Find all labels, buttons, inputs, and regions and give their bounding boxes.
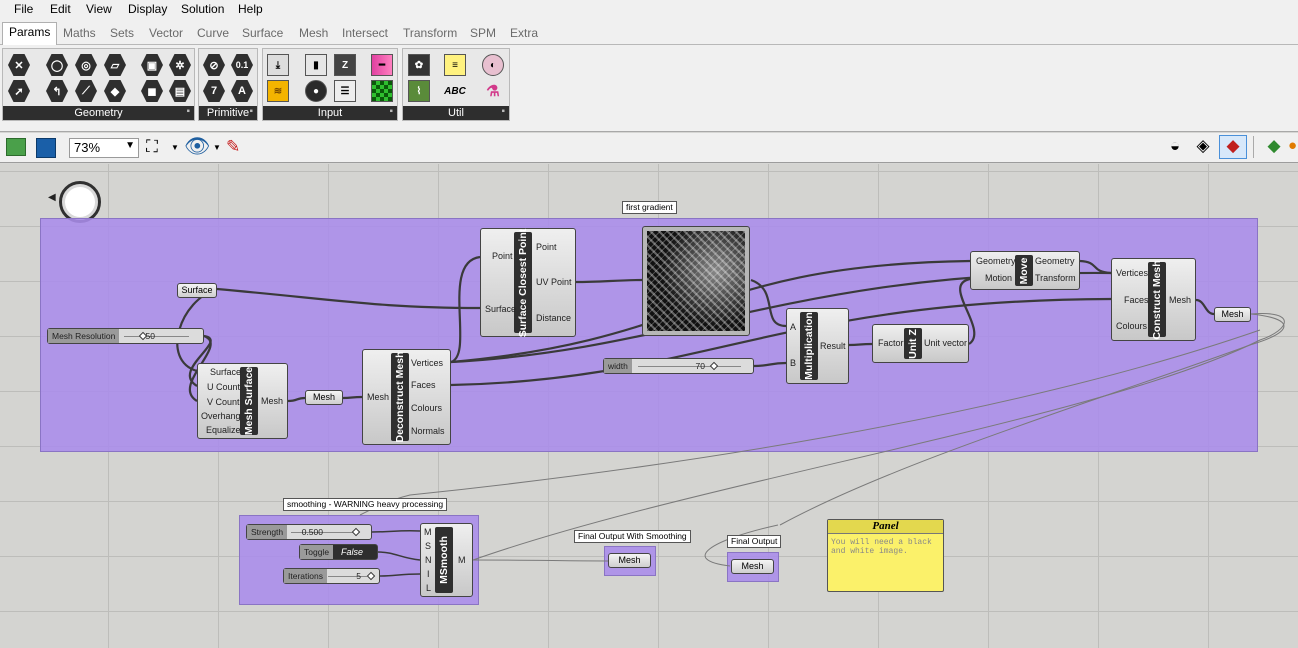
component-title-band: Move xyxy=(1015,255,1033,286)
final-output-mesh-param[interactable]: Mesh xyxy=(731,559,774,574)
slider-value: 70 xyxy=(695,361,705,371)
input-point: Point xyxy=(492,251,513,261)
wire xyxy=(377,551,421,561)
output-m: M xyxy=(458,555,466,565)
mesh-surface-component[interactable]: Mesh Surface Surface U Count V Count Ove… xyxy=(197,363,288,439)
slider-label: Strength xyxy=(247,525,288,539)
input-geometry: Geometry xyxy=(976,256,1016,266)
msmooth-component[interactable]: MSmooth M S N I L M xyxy=(420,523,473,597)
final-smoothing-label: Final Output With Smoothing xyxy=(574,530,691,543)
mesh-output-param[interactable]: Mesh xyxy=(1214,307,1251,322)
output-distance: Distance xyxy=(536,313,572,323)
wire xyxy=(472,559,609,562)
output-faces: Faces xyxy=(411,380,436,390)
output-geometry: Geometry xyxy=(1035,256,1075,266)
slider-grip[interactable] xyxy=(709,361,719,371)
note-panel[interactable]: Panel You will need a black and white im… xyxy=(827,519,944,592)
deconstruct-mesh-component[interactable]: Deconstruct Mesh Mesh Vertices Faces Col… xyxy=(362,349,451,445)
input-i: I xyxy=(427,569,430,579)
final-smoothing-mesh-param[interactable]: Mesh xyxy=(608,553,651,568)
strength-slider[interactable]: Strength 0.500 xyxy=(246,524,372,540)
move-component[interactable]: Move Geometry Motion Geometry Transform xyxy=(970,251,1080,290)
output-point: Point xyxy=(536,242,557,252)
panel-text: You will need a black and white image. xyxy=(831,538,932,556)
gradient-image-preview xyxy=(647,231,745,331)
panel-header: Panel xyxy=(828,520,943,534)
component-title-band: MSmooth xyxy=(435,527,453,593)
input-s: S xyxy=(425,541,432,551)
input-vertices: Vertices xyxy=(1116,268,1149,278)
toggle-label: Toggle xyxy=(300,545,334,559)
input-equalize: Equalize xyxy=(206,425,241,435)
multiplication-component[interactable]: Multiplication A B Result xyxy=(786,308,849,384)
output-normals: Normals xyxy=(411,426,445,436)
input-l: L xyxy=(426,583,432,593)
wire xyxy=(371,529,421,533)
output-unit-vector: Unit vector xyxy=(924,338,968,348)
input-colours: Colours xyxy=(1116,321,1148,331)
wire xyxy=(379,573,421,577)
input-u-count: U Count xyxy=(207,382,241,392)
wire xyxy=(450,255,481,364)
input-faces: Faces xyxy=(1124,295,1149,305)
component-title-band: Multiplication xyxy=(800,312,818,380)
output-mesh: Mesh xyxy=(261,396,284,406)
wire xyxy=(1079,259,1112,275)
construct-mesh-component[interactable]: Construct Mesh Vertices Faces Colours Me… xyxy=(1111,258,1196,341)
slider-value: 50 xyxy=(145,331,155,341)
mesh-param[interactable]: Mesh xyxy=(305,390,343,405)
output-colours: Colours xyxy=(411,403,443,413)
slider-label: width xyxy=(604,359,632,373)
input-a: A xyxy=(790,322,797,332)
input-surface: Surface xyxy=(210,367,242,377)
component-title-band: Surface Closest Point xyxy=(514,228,532,337)
slider-label: Iterations xyxy=(284,569,327,583)
image-sampler-component[interactable] xyxy=(642,226,750,336)
input-overhang: Overhang xyxy=(201,411,241,421)
output-vertices: Vertices xyxy=(411,358,444,368)
unit-z-component[interactable]: Unit Z Factor Unit vector xyxy=(872,324,969,363)
iterations-slider[interactable]: Iterations 5 xyxy=(283,568,380,584)
mesh-resolution-slider[interactable]: Mesh Resolution 50 xyxy=(47,328,204,344)
smoothing-group-label: smoothing - WARNING heavy processing xyxy=(283,498,448,511)
wire xyxy=(848,342,873,347)
slider-value: 5 xyxy=(356,571,361,581)
output-mesh: Mesh xyxy=(1169,295,1192,305)
component-title-band: Unit Z xyxy=(904,328,922,359)
wire xyxy=(575,278,643,284)
input-factor: Factor xyxy=(878,338,904,348)
image-sampler-label: first gradient xyxy=(622,201,677,214)
input-surface: Surface xyxy=(485,304,517,314)
toggle-switch[interactable]: Toggle False xyxy=(299,544,378,560)
wire xyxy=(287,396,306,403)
surface-param[interactable]: Surface xyxy=(177,283,217,298)
wire xyxy=(1195,298,1215,316)
input-motion: Motion xyxy=(985,273,1013,283)
component-title-band: Mesh Surface xyxy=(240,367,258,435)
surface-closest-point-component[interactable]: Surface Closest Point Point Surface Poin… xyxy=(480,228,576,337)
component-title-band: Deconstruct Mesh xyxy=(391,351,409,443)
output-result: Result xyxy=(820,341,846,351)
input-b: B xyxy=(790,358,797,368)
toggle-value: False xyxy=(341,547,364,557)
wire xyxy=(216,287,481,310)
input-n: N xyxy=(425,555,432,565)
slider-label: Mesh Resolution xyxy=(48,329,120,343)
slider-grip[interactable] xyxy=(351,527,361,537)
slider-track xyxy=(124,336,189,337)
final-output-label: Final Output xyxy=(727,535,782,548)
input-mesh: Mesh xyxy=(367,392,390,402)
input-v-count: V Count xyxy=(207,397,240,407)
component-title-band: Construct Mesh xyxy=(1148,260,1166,339)
wire xyxy=(342,395,363,400)
slider-track xyxy=(638,366,741,367)
wire xyxy=(753,361,787,368)
slider-grip[interactable] xyxy=(366,571,376,581)
width-slider[interactable]: width 70 xyxy=(603,358,754,374)
slider-value: 0.500 xyxy=(301,527,323,537)
input-m: M xyxy=(424,527,432,537)
slider-track xyxy=(328,576,367,577)
output-transform: Transform xyxy=(1035,273,1076,283)
output-uv-point: UV Point xyxy=(536,277,572,287)
